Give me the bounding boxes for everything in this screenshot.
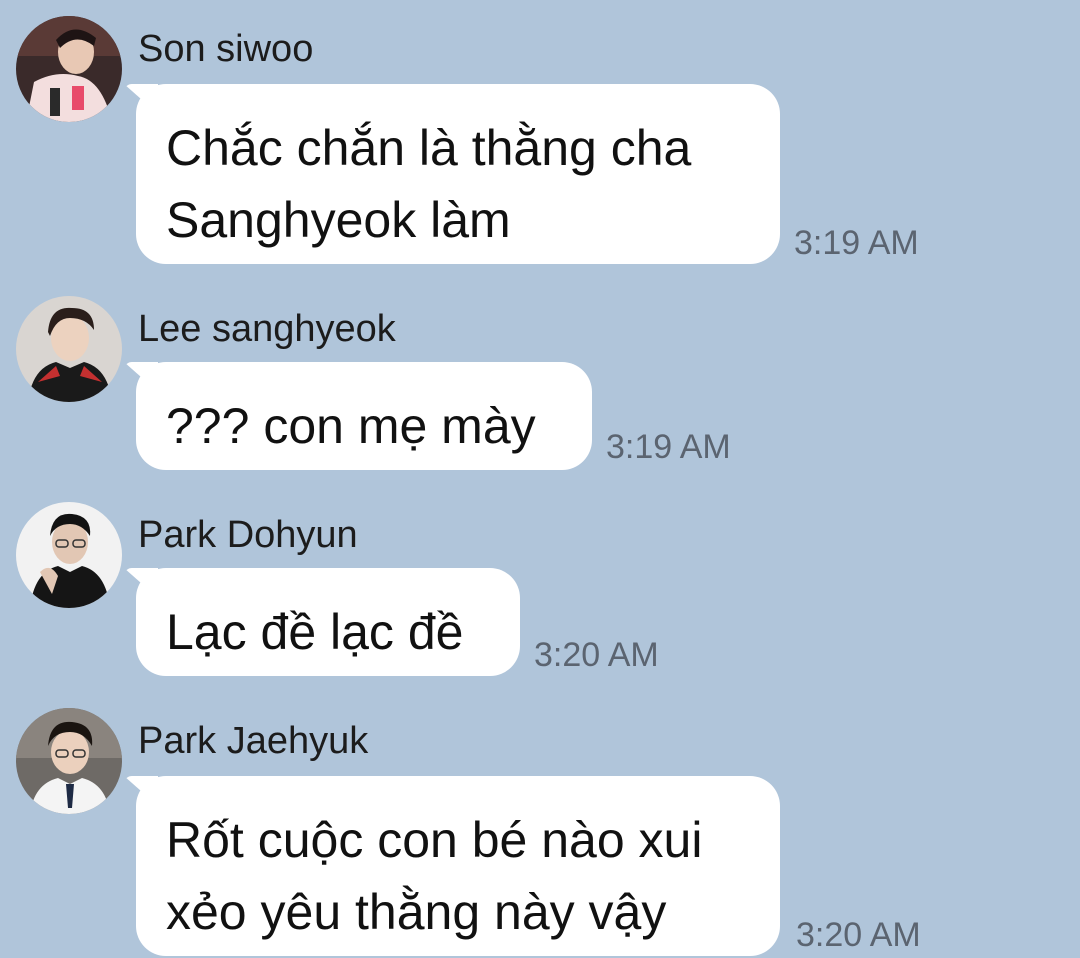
message-text-line: Sanghyeok làm [166, 192, 511, 248]
avatar[interactable] [16, 502, 122, 608]
message-timestamp: 3:19 AM [794, 224, 919, 262]
message-text-line: Chắc chắn là thằng cha [166, 120, 692, 176]
profile-photo-icon [16, 16, 122, 122]
message-bubble[interactable]: Lạc đề lạc đề [136, 568, 520, 676]
message-text-line: xẻo yêu thằng này vậy [166, 884, 667, 940]
message-timestamp: 3:20 AM [796, 916, 921, 954]
profile-photo-icon [16, 708, 122, 814]
sender-name: Park Dohyun [138, 514, 358, 556]
message-timestamp: 3:19 AM [606, 428, 731, 466]
sender-name: Lee sanghyeok [138, 308, 396, 350]
message-text-line: Rốt cuộc con bé nào xui [166, 812, 703, 868]
sender-name: Son siwoo [138, 28, 314, 70]
message-timestamp: 3:20 AM [534, 636, 659, 674]
profile-photo-icon [16, 296, 122, 402]
message-text-line: ??? con mẹ mày [166, 398, 536, 454]
chat-thread: Son siwoo Chắc chắn là thằng cha Sanghye… [0, 0, 1080, 958]
avatar[interactable] [16, 708, 122, 814]
message-bubble[interactable]: ??? con mẹ mày [136, 362, 592, 470]
avatar[interactable] [16, 16, 122, 122]
message-bubble[interactable]: Rốt cuộc con bé nào xui xẻo yêu thằng nà… [136, 776, 780, 956]
profile-photo-icon [16, 502, 122, 608]
message-text-line: Lạc đề lạc đề [166, 604, 464, 660]
message-bubble[interactable]: Chắc chắn là thằng cha Sanghyeok làm [136, 84, 780, 264]
avatar[interactable] [16, 296, 122, 402]
sender-name: Park Jaehyuk [138, 720, 369, 762]
